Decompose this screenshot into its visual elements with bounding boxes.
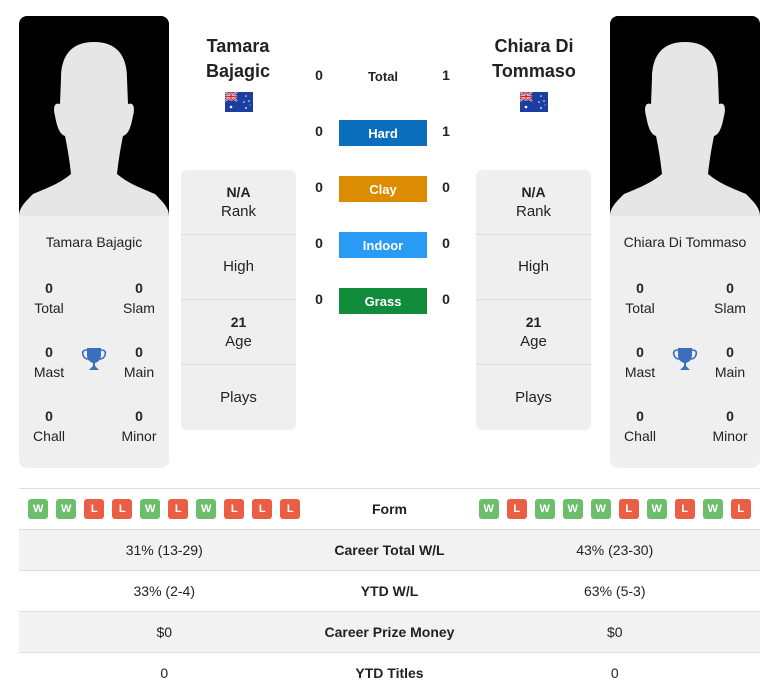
form-loss-badge[interactable]: L	[730, 499, 751, 519]
player1-main-titles: 0 Main	[123, 344, 155, 380]
player1-form: WWLLWLWLLL	[19, 488, 310, 530]
player2-info-panel: N/A Rank High 21 Age Plays	[476, 170, 591, 430]
prize-money-label: Career Prize Money	[309, 611, 470, 653]
form-loss-badge[interactable]: L	[168, 499, 189, 519]
form-win-badge[interactable]: W	[534, 499, 555, 519]
h2h-hard-p1: 0	[315, 123, 323, 139]
player2-rank: N/A Rank	[476, 170, 591, 235]
player2-heading[interactable]: Chiara Di Tommaso	[464, 34, 604, 84]
h2h-indoor-p1: 0	[315, 235, 323, 251]
surface-grass-badge: Grass	[339, 288, 427, 314]
table-row-form: WWLLWLWLLL Form WLWWWLWLWL	[19, 488, 760, 530]
comparison-table: WWLLWLWLLL Form WLWWWLWLWL 31% (13-29) C…	[19, 488, 760, 694]
player1-prize-money: $0	[19, 611, 310, 653]
player2-form: WLWWWLWLWL	[469, 488, 760, 530]
player2-mast-titles: 0 Mast	[624, 344, 656, 380]
player2-name-label: Chiara Di Tommaso	[623, 234, 747, 250]
player2-prize-money: $0	[469, 611, 760, 653]
player1-photo	[19, 16, 169, 216]
h2h-total-label: Total	[367, 69, 399, 84]
form-label: Form	[309, 488, 470, 530]
australia-flag-icon	[520, 92, 548, 112]
form-win-badge[interactable]: W	[562, 499, 583, 519]
player1-high: High	[181, 235, 296, 300]
player2-name-line2: Tommaso	[492, 61, 576, 81]
table-row-prize-money: $0 Career Prize Money $0	[19, 611, 760, 653]
player2-total-titles: 0 Total	[625, 280, 655, 316]
table-row-ytd-titles: 0 YTD Titles 0	[19, 652, 760, 694]
ytd-titles-label: YTD Titles	[309, 652, 470, 694]
surface-hard-badge: Hard	[339, 120, 427, 146]
form-loss-badge[interactable]: L	[84, 499, 105, 519]
player1-name-line1: Tamara	[206, 36, 270, 56]
surface-clay-badge: Clay	[339, 176, 427, 202]
player2-career-wl: 43% (23-30)	[469, 529, 760, 571]
h2h-total-p2: 1	[442, 67, 450, 83]
trophy-icon	[672, 346, 698, 372]
h2h-hard-p2: 1	[442, 123, 450, 139]
player1-name-label: Tamara Bajagic	[45, 234, 143, 250]
player2-high: High	[476, 235, 591, 300]
form-loss-badge[interactable]: L	[112, 499, 133, 519]
career-wl-label: Career Total W/L	[309, 529, 470, 571]
player2-plays: Plays	[515, 388, 552, 406]
player1-heading[interactable]: Tamara Bajagic	[168, 34, 308, 84]
player1-ytd-titles: 0	[19, 652, 310, 694]
player2-ytd-wl: 63% (5-3)	[469, 570, 760, 612]
form-win-badge[interactable]: W	[478, 499, 499, 519]
player2-age: 21 Age	[476, 300, 591, 365]
player1-name-line2: Bajagic	[205, 61, 271, 81]
player2-name-line1: Chiara Di	[494, 36, 574, 56]
player1-plays: Plays	[220, 388, 257, 406]
trophy-icon	[81, 346, 107, 372]
player1-minor-titles: 0 Minor	[121, 408, 157, 444]
form-loss-badge[interactable]: L	[674, 499, 695, 519]
form-win-badge[interactable]: W	[590, 499, 611, 519]
surface-indoor-badge: Indoor	[339, 232, 427, 258]
h2h-total-p1: 0	[315, 67, 323, 83]
h2h-grass-p2: 0	[442, 291, 450, 307]
form-win-badge[interactable]: W	[140, 499, 161, 519]
player2-chall-titles: 0 Chall	[624, 408, 656, 444]
h2h-clay-p2: 0	[442, 179, 450, 195]
player1-mast-titles: 0 Mast	[33, 344, 65, 380]
player2-slam-titles: 0 Slam	[714, 280, 746, 316]
player1-total-titles: 0 Total	[34, 280, 64, 316]
form-loss-badge[interactable]: L	[280, 499, 301, 519]
player2-minor-titles: 0 Minor	[712, 408, 748, 444]
h2h-grass-p1: 0	[315, 291, 323, 307]
h2h-indoor-p2: 0	[442, 235, 450, 251]
form-loss-badge[interactable]: L	[618, 499, 639, 519]
player1-slam-titles: 0 Slam	[123, 280, 155, 316]
australia-flag-icon	[225, 92, 253, 112]
form-loss-badge[interactable]: L	[506, 499, 527, 519]
form-win-badge[interactable]: W	[196, 499, 217, 519]
player1-career-wl: 31% (13-29)	[19, 529, 310, 571]
form-win-badge[interactable]: W	[646, 499, 667, 519]
form-win-badge[interactable]: W	[56, 499, 77, 519]
form-loss-badge[interactable]: L	[224, 499, 245, 519]
form-win-badge[interactable]: W	[702, 499, 723, 519]
form-win-badge[interactable]: W	[28, 499, 49, 519]
table-row-ytd-wl: 33% (2-4) YTD W/L 63% (5-3)	[19, 570, 760, 612]
player2-photo	[610, 16, 760, 216]
player1-age: 21 Age	[181, 300, 296, 365]
h2h-clay-p1: 0	[315, 179, 323, 195]
player2-card: Chiara Di Tommaso 0 Total 0 Slam 0 Mast 0 Ma…	[610, 16, 760, 468]
player1-info-panel: N/A Rank High 21 Age Plays	[181, 170, 296, 430]
player2-main-titles: 0 Main	[714, 344, 746, 380]
form-loss-badge[interactable]: L	[252, 499, 273, 519]
player1-rank: N/A Rank	[181, 170, 296, 235]
player2-ytd-titles: 0	[469, 652, 760, 694]
ytd-wl-label: YTD W/L	[309, 570, 470, 612]
player1-card: Tamara Bajagic 0 Total 0 Slam 0 Mast 0 Main …	[19, 16, 169, 468]
player1-ytd-wl: 33% (2-4)	[19, 570, 310, 612]
table-row-career-wl: 31% (13-29) Career Total W/L 43% (23-30)	[19, 529, 760, 571]
player1-chall-titles: 0 Chall	[33, 408, 65, 444]
